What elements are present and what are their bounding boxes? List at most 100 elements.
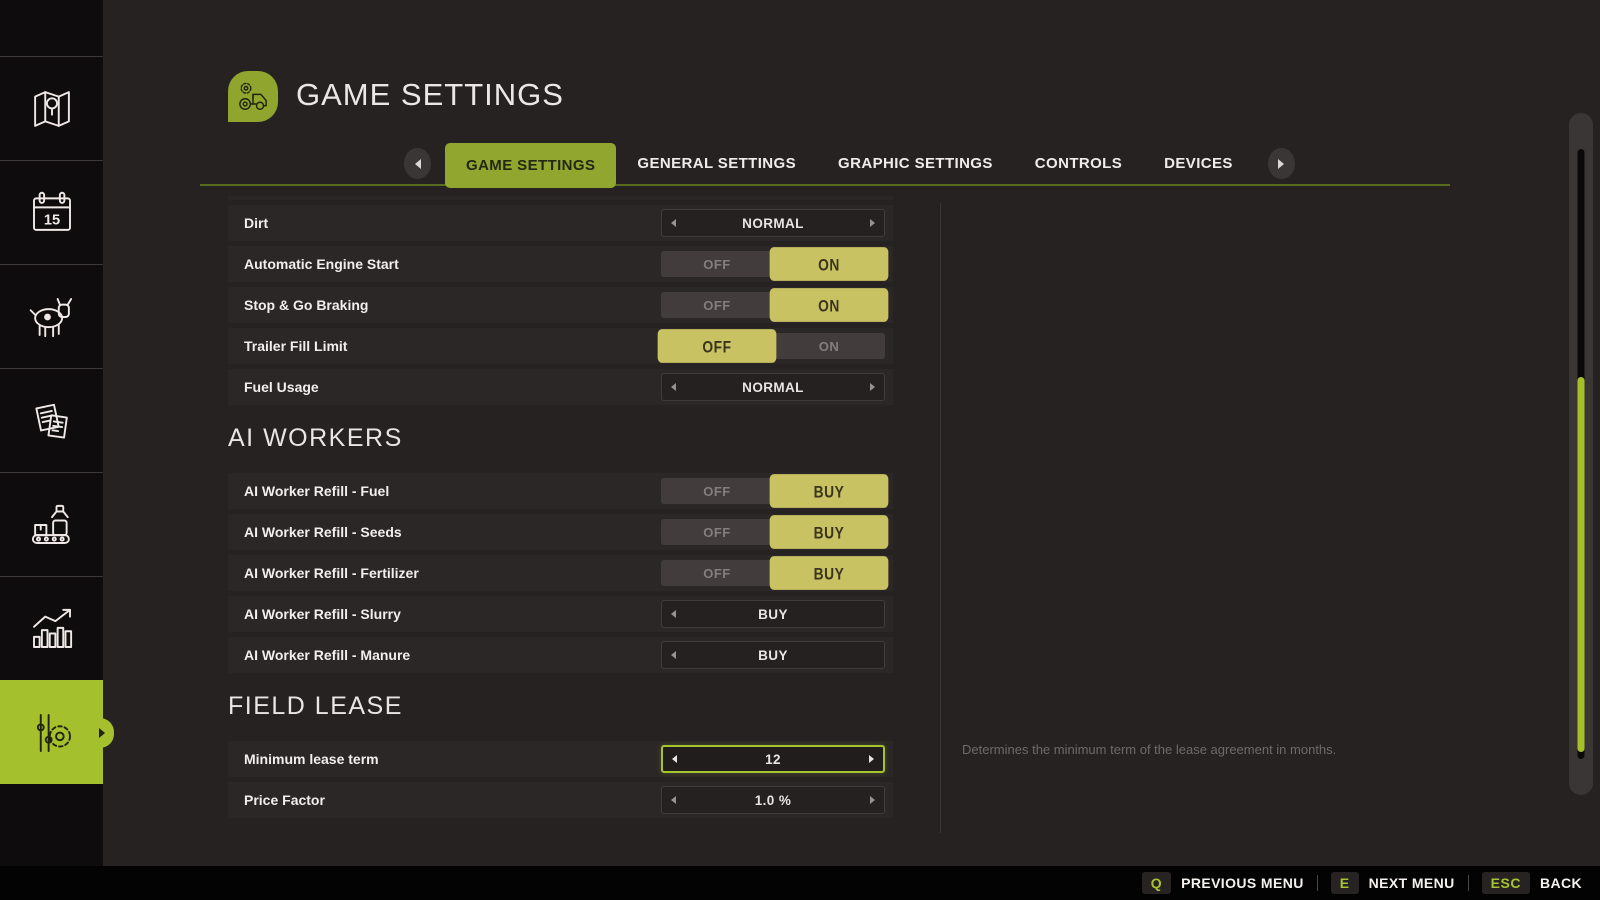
sidebar-item-map[interactable] — [0, 56, 103, 160]
setting-row: AI Worker Refill - Seeds OFF BUY — [228, 514, 893, 550]
key-hint-e[interactable]: E NEXT MENU — [1330, 872, 1455, 894]
game-settings-screen: 61 FPS 15 GAME SETTINGS GAME SETTINGSGEN… — [0, 0, 1600, 900]
setting-row: Fuel Usage NORMAL — [228, 369, 893, 405]
settings-icon — [36, 713, 71, 752]
tab-game-settings[interactable]: GAME SETTINGS — [445, 143, 617, 188]
selector-prev-arrow[interactable] — [672, 747, 684, 771]
selector-value: NORMAL — [742, 215, 804, 231]
contracts-icon — [34, 403, 68, 439]
tractor-gear-icon — [239, 82, 267, 110]
arrow-right-icon — [869, 755, 874, 763]
selector-prev-arrow[interactable] — [671, 787, 683, 813]
key-hint-esc[interactable]: ESC BACK — [1481, 872, 1582, 894]
value-selector[interactable]: NORMAL — [661, 373, 885, 401]
toggle-option-off[interactable]: OFF — [657, 329, 777, 363]
toggle-option-buy[interactable]: BUY — [769, 474, 889, 508]
settings-list: Dirt NORMAL Automatic Engine Start OFF ON Sto… — [228, 196, 893, 823]
arrow-left-icon — [671, 610, 676, 618]
sidebar-item-contracts[interactable] — [0, 368, 103, 472]
value-selector[interactable]: BUY — [661, 600, 885, 628]
arrow-left-icon — [671, 651, 676, 659]
setting-label: AI Worker Refill - Manure — [244, 647, 411, 663]
sidebar-item-statistics[interactable] — [0, 576, 103, 680]
setting-row: AI Worker Refill - Manure BUY — [228, 637, 893, 673]
setting-label: AI Worker Refill - Fuel — [244, 483, 390, 499]
selector-prev-arrow[interactable] — [671, 374, 683, 400]
tab-general-settings[interactable]: GENERAL SETTINGS — [616, 143, 817, 184]
active-item-pointer — [90, 717, 114, 748]
key-badge: ESC — [1481, 872, 1530, 894]
toggle-switch: OFF ON — [661, 247, 889, 281]
value-selector[interactable]: 1.0 % — [661, 786, 885, 814]
setting-label: Stop & Go Braking — [244, 297, 369, 313]
arrow-right-icon — [870, 796, 875, 804]
toggle-option-off[interactable]: OFF — [661, 251, 773, 277]
tab-bar: GAME SETTINGS GENERAL SETTINGS GRAPHIC SET… — [404, 141, 1295, 188]
hint-label: PREVIOUS MENU — [1181, 875, 1304, 891]
toggle-option-buy[interactable]: BUY — [769, 556, 889, 590]
setting-row: Minimum lease term 12 — [228, 741, 893, 777]
panel-divider — [940, 203, 941, 833]
selector-value: 1.0 % — [754, 792, 792, 808]
map-icon — [33, 90, 70, 127]
sidebar-item-animals[interactable] — [0, 264, 103, 368]
hint-separator — [1316, 875, 1318, 891]
tabs-next-button[interactable] — [1267, 148, 1295, 179]
tab-list: GAME SETTINGS GENERAL SETTINGS GRAPHIC SET… — [445, 141, 1254, 188]
sidebar-item-production[interactable] — [0, 472, 103, 576]
setting-row: Automatic Engine Start OFF ON — [228, 246, 893, 282]
arrow-left-icon — [671, 383, 676, 391]
statistics-icon — [32, 608, 72, 648]
scrollbar[interactable] — [1569, 113, 1593, 795]
key-badge: E — [1330, 872, 1359, 894]
calendar-icon: 15 — [32, 191, 71, 231]
value-selector[interactable]: BUY — [661, 641, 885, 669]
toggle-switch: OFF ON — [657, 329, 885, 363]
tab-devices[interactable]: DEVICES — [1143, 143, 1254, 184]
scrolled-row-sliver — [228, 196, 893, 200]
toggle-option-off[interactable]: OFF — [661, 478, 773, 504]
toggle-option-off[interactable]: OFF — [661, 292, 773, 318]
selector-prev-arrow[interactable] — [671, 601, 683, 627]
setting-label: Price Factor — [244, 792, 325, 808]
toggle-option-buy[interactable]: BUY — [769, 515, 889, 549]
toggle-option-on[interactable]: ON — [773, 333, 885, 359]
arrow-left-icon — [672, 755, 677, 763]
toggle-option-on[interactable]: ON — [769, 247, 889, 281]
scrollbar-thumb[interactable] — [1577, 377, 1585, 752]
toggle-option-off[interactable]: OFF — [661, 560, 773, 586]
key-hint-q[interactable]: Q PREVIOUS MENU — [1141, 872, 1304, 894]
tab-underline — [200, 184, 1450, 186]
setting-label: Automatic Engine Start — [244, 256, 399, 272]
tab-graphic-settings[interactable]: GRAPHIC SETTINGS — [817, 143, 1014, 184]
selector-next-arrow[interactable] — [863, 787, 875, 813]
key-badge: Q — [1141, 872, 1172, 894]
setting-label: AI Worker Refill - Slurry — [244, 606, 401, 622]
hint-label: NEXT MENU — [1368, 875, 1455, 891]
chevron-left-icon — [414, 158, 421, 169]
sidebar-item-game-settings[interactable] — [0, 680, 114, 784]
sidebar-item-calendar[interactable]: 15 — [0, 160, 103, 264]
toggle-switch: OFF BUY — [661, 556, 889, 590]
toggle-switch: OFF ON — [661, 288, 889, 322]
selector-value: NORMAL — [742, 379, 804, 395]
toggle-option-off[interactable]: OFF — [661, 519, 773, 545]
tabs-prev-button[interactable] — [404, 148, 431, 179]
arrow-left-icon — [671, 219, 676, 227]
value-selector[interactable]: NORMAL — [661, 209, 885, 237]
selector-prev-arrow[interactable] — [671, 642, 683, 668]
toggle-switch: OFF BUY — [661, 515, 889, 549]
setting-row: Trailer Fill Limit OFF ON — [228, 328, 893, 364]
toggle-option-on[interactable]: ON — [769, 288, 889, 322]
selector-next-arrow[interactable] — [863, 374, 875, 400]
setting-row: AI Worker Refill - Slurry BUY — [228, 596, 893, 632]
setting-label: Dirt — [244, 215, 269, 231]
tab-controls[interactable]: CONTROLS — [1014, 143, 1143, 184]
selector-prev-arrow[interactable] — [671, 210, 683, 236]
selector-next-arrow[interactable] — [863, 210, 875, 236]
value-selector[interactable]: 12 — [661, 745, 885, 773]
section-heading: FIELD LEASE — [228, 692, 403, 720]
selector-next-arrow[interactable] — [862, 747, 874, 771]
selector-value: 12 — [765, 751, 781, 767]
bottom-bar: Q PREVIOUS MENU E NEXT MENU ESC BACK — [0, 866, 1600, 900]
